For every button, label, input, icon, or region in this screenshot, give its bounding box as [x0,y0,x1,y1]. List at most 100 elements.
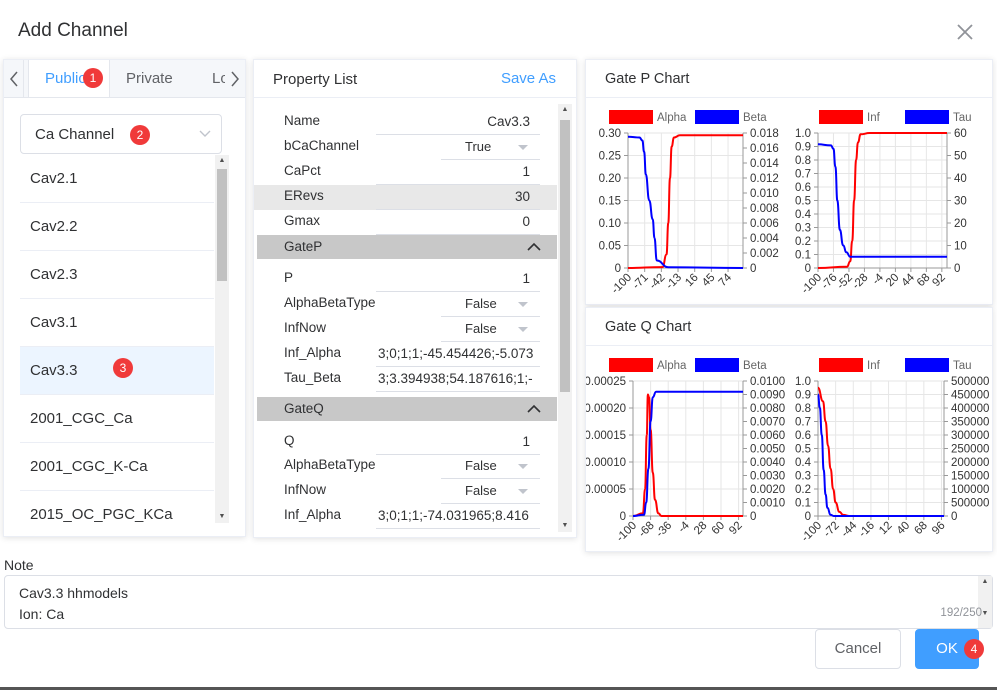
gatep-group-header[interactable]: GateP [257,235,557,259]
tab-scroll-left-icon[interactable] [4,60,24,97]
note-textarea[interactable]: Cav3.3 hhmodels Ion: Ca ▲ ▼ 192/250 [4,575,993,629]
tab-private[interactable]: Private [110,60,198,97]
list-item[interactable]: Cav2.3 [20,251,214,299]
chart-group: Inf Tau00.10.20.30.40.50.60.70.80.91.0050… [795,358,989,544]
property-row-capct: CaPct 1 [254,160,557,185]
inf-alpha-field[interactable]: 3;0;1;1;-45.454426;-5.073 [376,342,540,367]
property-label: Inf_Alpha [284,345,342,360]
infnow-select[interactable]: False [441,479,540,504]
cancel-button[interactable]: Cancel [815,629,901,669]
property-list-panel: Property List Save As Name Cav3.3 bCaCha… [253,59,577,538]
x-tick-label: 16 [683,272,701,290]
y-right-tick-label: 500000 [951,498,989,510]
property-row-erevs: ERevs 30 [254,185,557,210]
property-label: Inf_Alpha [284,507,342,522]
close-icon[interactable] [955,22,975,42]
list-item[interactable]: Cav2.2 [20,203,214,251]
x-tick-label: -44 [839,519,860,540]
infnow-select[interactable]: False [441,317,540,342]
y-right-tick-label: 0 [954,263,960,275]
note-char-count: 192/250 [940,607,982,619]
y-left-tick-label: 0.30 [599,128,621,140]
x-tick-label: 74 [717,271,735,289]
scrollbar-thumb[interactable] [560,120,570,392]
inf-alpha-field[interactable]: 3;0;1;1;-74.031965;8.416 [376,504,540,529]
note-label: Note [4,557,34,573]
legend-label: Beta [743,360,767,372]
q-field[interactable]: 1 [376,430,540,455]
scroll-up-icon[interactable]: ▲ [558,104,572,116]
y-left-tick-label: 0.3 [795,471,811,483]
scroll-up-icon[interactable]: ▲ [978,576,992,588]
y-left-tick-label: 0.9 [795,142,811,154]
save-as-link[interactable]: Save As [501,70,556,87]
x-tick-label: -100 [614,520,639,545]
gateq-group-label: GateQ [284,401,324,416]
property-label: AlphaBetaType [284,457,376,472]
y-left-tick-label: 0.8 [795,155,811,167]
y-right-tick-label: 40 [954,173,967,185]
scroll-up-icon[interactable]: ▲ [215,155,229,167]
bcachannel-select[interactable]: True [441,135,540,160]
y-right-tick-label: 0.0100 [750,376,785,388]
legend-label: Inf [867,360,881,372]
list-item[interactable]: 2015_OC_PGC_KCa [20,491,214,523]
legend-label: Alpha [657,360,687,372]
x-tick-label: 45 [700,272,718,290]
list-item[interactable]: Cav3.1 [20,299,214,347]
x-tick-label: -68 [636,520,656,540]
y-right-tick-label: 0.010 [750,188,779,200]
y-right-tick-label: 450000 [951,390,989,402]
y-left-tick-label: 0 [805,511,811,523]
property-label: AlphaBetaType [284,295,376,310]
step-badge-4: 4 [964,639,984,659]
scrollbar-thumb[interactable] [217,169,227,281]
tau-beta-field[interactable]: 3;3.394938;54.187616;1;- [376,367,540,392]
y-right-tick-label: 0.0050 [750,444,785,456]
tab-scroll-right-icon[interactable] [225,60,245,97]
x-tick-label: -16 [857,520,877,540]
property-row-infnow: InfNow False [254,479,557,504]
y-right-tick-label: 0.0070 [750,417,785,429]
legend-label: Tau [953,360,972,372]
y-left-tick-label: 0.00015 [586,430,626,442]
name-field[interactable]: Cav3.3 [376,110,540,135]
gmax-field[interactable]: 0 [376,210,540,235]
property-row-name: Name Cav3.3 [254,110,557,135]
y-left-tick-label: 0.20 [599,173,621,185]
x-tick-label: 40 [895,520,913,538]
alphabetatype-select[interactable]: False [441,454,540,479]
y-right-tick-label: 60 [954,128,967,140]
property-row-alphabetatype: AlphaBetaType False [254,292,557,317]
scroll-down-icon[interactable]: ▼ [215,511,229,523]
capct-field[interactable]: 1 [376,160,540,185]
y-left-tick-label: 1.0 [795,376,811,388]
step-badge-3: 3 [113,358,133,378]
scroll-down-icon[interactable]: ▼ [558,520,572,532]
alphabetatype-select[interactable]: False [441,292,540,317]
series-line-beta [627,135,744,269]
y-right-tick-label: 400000 [951,403,989,415]
legend-label: Alpha [657,112,687,124]
y-right-tick-label: 0.008 [750,203,779,215]
y-left-tick-label: 0.25 [599,151,621,163]
y-right-tick-label: 350000 [951,417,989,429]
y-left-tick-label: 0.00005 [586,484,626,496]
list-item[interactable]: Cav2.1 [20,155,214,203]
p-field[interactable]: 1 [376,267,540,292]
y-left-tick-label: 0.9 [795,390,811,402]
gateq-group-header[interactable]: GateQ [257,397,557,421]
list-item[interactable]: 2001_CGC_K-Ca [20,443,214,491]
property-row-gmax: Gmax 0 [254,210,557,235]
y-left-tick-label: 0.2 [795,484,811,496]
property-label: Tau_Beta [284,370,342,385]
property-label: InfNow [284,320,327,335]
y-right-tick-label: 0.0080 [750,403,785,415]
property-row-alphabetatype: AlphaBetaType False [254,454,557,479]
channel-list-scrollbar[interactable]: ▲ ▼ [215,155,229,523]
channel-type-select[interactable]: Ca Channel [20,114,222,154]
list-item[interactable]: 2001_CGC_Ca [20,395,214,443]
y-right-tick-label: 0.0020 [750,484,785,496]
erevs-field[interactable]: 30 [376,185,540,210]
property-list-scrollbar[interactable]: ▲ ▼ [558,104,572,532]
